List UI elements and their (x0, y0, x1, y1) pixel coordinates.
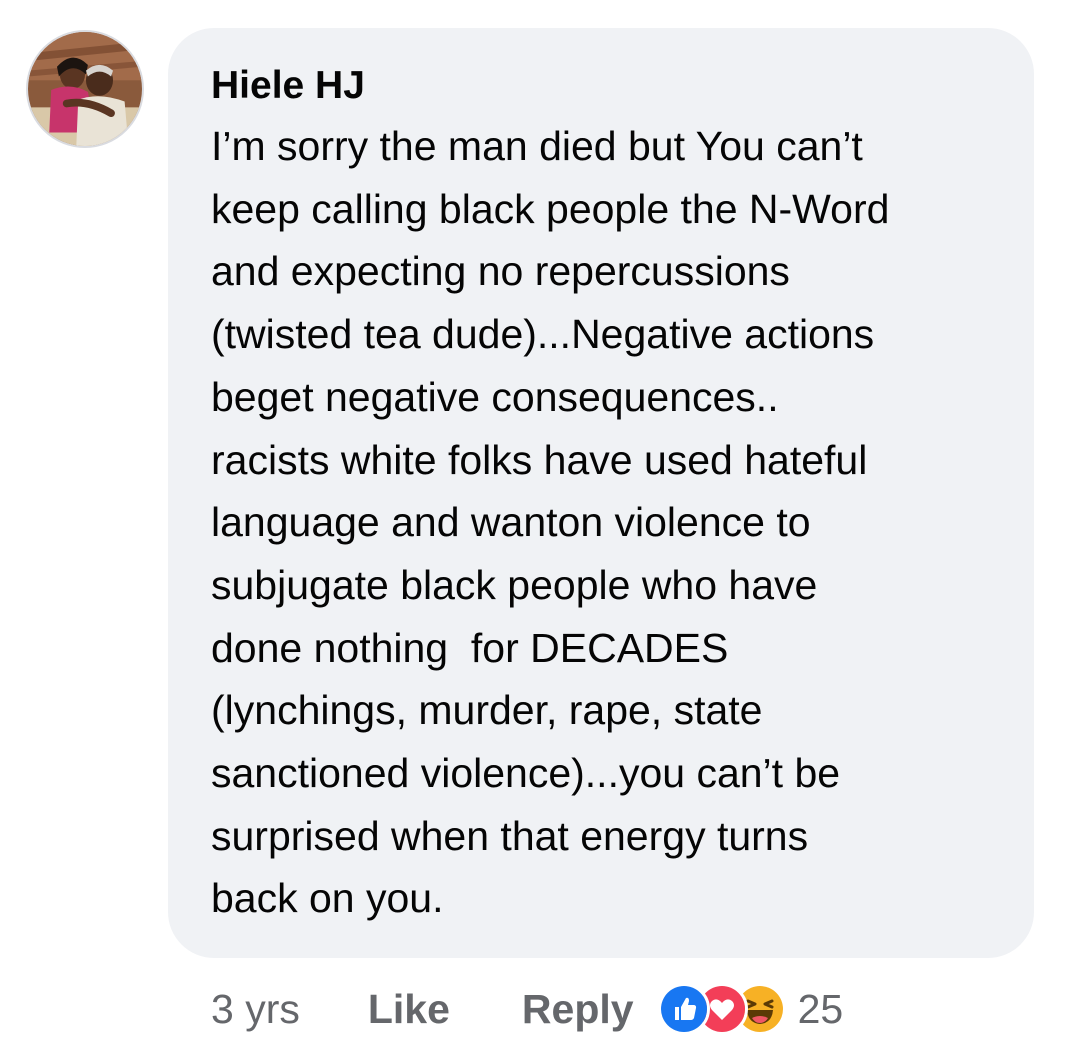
comment-timestamp[interactable]: 3 yrs (211, 986, 300, 1033)
avatar-photo (28, 32, 142, 146)
like-button[interactable]: Like (368, 986, 450, 1033)
comment-bubble: Hiele HJ I’m sorry the man died but You … (168, 28, 1034, 958)
comment-text: I’m sorry the man died but You can’t kee… (211, 115, 1004, 930)
like-icon (657, 983, 710, 1035)
comment-author[interactable]: Hiele HJ (211, 62, 1004, 110)
comment-line: (twisted tea dude)...Negative actions (211, 311, 875, 358)
reply-button[interactable]: Reply (522, 986, 634, 1033)
comment-line: language and wanton violence to (211, 499, 811, 546)
comment-actions: 3 yrs Like Reply 25 (211, 980, 843, 1038)
comment-line: sanctioned violence)...you can’t be (211, 750, 841, 797)
comment-line: done nothing for DECADES (211, 624, 729, 671)
reaction-count[interactable]: 25 (798, 986, 844, 1033)
comment-line: and expecting no repercussions (211, 248, 790, 295)
comment-line: surprised when that energy turns (211, 812, 809, 859)
comment-line: racists white folks have used hateful (211, 436, 868, 483)
reactions-summary[interactable] (657, 983, 786, 1035)
comment-line: beget negative consequences.. (211, 373, 779, 420)
comment-line: back on you. (211, 875, 444, 922)
avatar[interactable] (26, 30, 144, 148)
comment-line: subjugate black people who have (211, 561, 818, 608)
comment-line: (lynchings, murder, rape, state (211, 687, 763, 734)
comment-line: I’m sorry the man died but You can’t (211, 123, 863, 169)
comment-line: keep calling black people the N-Word (211, 185, 890, 232)
